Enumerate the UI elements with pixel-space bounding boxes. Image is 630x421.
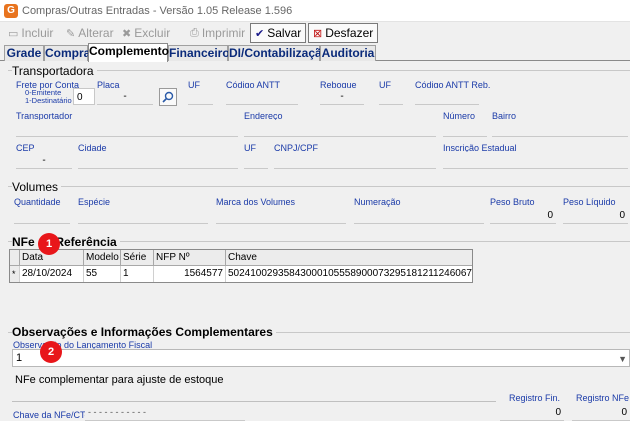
- tab-auditoria[interactable]: Auditoria: [320, 45, 376, 61]
- numeracao-input[interactable]: [354, 207, 484, 224]
- excluir-label: Excluir: [134, 26, 171, 40]
- desfazer-label: Desfazer: [325, 26, 374, 40]
- reboque-input[interactable]: -: [320, 88, 364, 105]
- annotation-badge-1: 1: [38, 233, 60, 255]
- peso-liquido-input[interactable]: 0: [563, 207, 628, 224]
- frete-option-destinatario: 1-Destinatário: [25, 96, 72, 105]
- col-serie[interactable]: Série: [121, 250, 154, 266]
- chave-nfe-cte-label: Chave da NFe/CTe: [13, 410, 90, 420]
- quantidade-label: Quantidade: [14, 197, 61, 207]
- tab-grade[interactable]: Grade: [4, 45, 44, 61]
- quantidade-input[interactable]: [14, 207, 70, 224]
- peso-liquido-label: Peso Líquido: [563, 197, 616, 207]
- nfe-referencia-title: NFe de Referência: [12, 235, 120, 249]
- delete-icon: ✖: [122, 27, 132, 40]
- especie-input[interactable]: [78, 207, 208, 224]
- chevron-down-icon: ▼: [618, 354, 627, 364]
- incluir-button[interactable]: ▭ Incluir: [4, 23, 57, 43]
- peso-bruto-label: Peso Bruto: [490, 197, 535, 207]
- cell-data[interactable]: 28/10/2024: [20, 266, 84, 282]
- salvar-label: Salvar: [267, 26, 302, 40]
- tab-complemento[interactable]: Complemento: [88, 43, 169, 62]
- transportador-input[interactable]: [16, 120, 238, 137]
- registro-nfe-label: Registro NFe: [576, 393, 630, 403]
- printer-icon: ⎙: [190, 26, 199, 39]
- placa-search-button[interactable]: [159, 88, 177, 106]
- chave-nfe-cte-input[interactable]: - - - - - - - - - - -: [85, 404, 245, 421]
- table-row[interactable]: * 28/10/2024 55 1 1564577 50241002935843…: [10, 266, 472, 282]
- col-nfp[interactable]: NFP Nº: [154, 250, 226, 266]
- peso-bruto-input[interactable]: 0: [490, 207, 556, 224]
- tab-financeiro[interactable]: Financeiro: [168, 45, 230, 61]
- desfazer-button[interactable]: ⊠ Desfazer: [308, 23, 379, 43]
- edit-icon: ✎: [66, 27, 76, 40]
- placa-input[interactable]: -: [97, 88, 153, 105]
- app-icon: G: [4, 4, 18, 18]
- imprimir-button[interactable]: ⎙ Imprimir: [186, 23, 249, 43]
- observacao-selected-value: 1: [16, 352, 23, 364]
- row-marker: *: [10, 266, 20, 282]
- registro-fin-input[interactable]: 0: [500, 404, 564, 421]
- salvar-button[interactable]: ✔ Salvar: [250, 23, 307, 43]
- especie-label: Espécie: [78, 197, 111, 207]
- uf-input[interactable]: [188, 88, 213, 105]
- registro-nfe-input[interactable]: 0: [572, 404, 630, 421]
- numeracao-label: Numeração: [354, 197, 401, 207]
- search-icon: [162, 91, 174, 103]
- check-icon: ✔: [255, 27, 265, 40]
- volumes-title: Volumes: [12, 180, 62, 194]
- cell-chave[interactable]: 5024100293584300010555890007329518121124…: [226, 266, 472, 282]
- cell-modelo[interactable]: 55: [84, 266, 121, 282]
- alterar-button[interactable]: ✎ Alterar: [62, 23, 118, 43]
- marca-input[interactable]: [216, 207, 346, 224]
- uf2-input[interactable]: [379, 88, 403, 105]
- toolbar: ▭ Incluir ✎ Alterar ✖ Excluir ⎙ Imprimir…: [0, 22, 630, 44]
- imprimir-label: Imprimir: [201, 26, 246, 40]
- annotation-badge-2: 2: [40, 341, 62, 363]
- cell-serie[interactable]: 1: [121, 266, 154, 282]
- tab-di-contabilizacao[interactable]: DI/Contabilização: [228, 45, 329, 61]
- transportadora-title: Transportadora: [12, 64, 97, 78]
- cell-nfp[interactable]: 1564577: [154, 266, 226, 282]
- marca-label: Marca dos Volumes: [216, 197, 296, 207]
- informacoes-complementares-memo[interactable]: NFe complementar para ajuste de estoque: [12, 370, 496, 402]
- window-title: Compras/Outras Entradas - Versão 1.05 Re…: [22, 5, 293, 17]
- observacoes-title: Observações e Informações Complementares: [12, 325, 276, 339]
- new-document-icon: ▭: [8, 27, 19, 40]
- inscricao-estadual-input[interactable]: [443, 152, 628, 169]
- tab-bar: Grade Compra Complemento Financeiro DI/C…: [0, 43, 630, 62]
- endereco-input[interactable]: [244, 120, 436, 137]
- row-indicator-header: [10, 250, 20, 266]
- uf3-input[interactable]: [244, 152, 268, 169]
- table-header: Data Modelo Série NFP Nº Chave: [10, 250, 472, 266]
- col-modelo[interactable]: Modelo: [84, 250, 121, 266]
- undo-icon: ⊠: [313, 27, 323, 40]
- registro-fin-label: Registro Fin.: [509, 393, 561, 403]
- cnpj-input[interactable]: [274, 152, 436, 169]
- title-bar: G Compras/Outras Entradas - Versão 1.05 …: [0, 0, 630, 22]
- observacao-lancamento-select[interactable]: 1 ▼: [12, 349, 630, 367]
- frete-input[interactable]: 0: [73, 88, 95, 105]
- incluir-label: Incluir: [21, 26, 54, 40]
- nfe-referencia-table: Data Modelo Série NFP Nº Chave * 28/10/2…: [9, 249, 473, 283]
- col-chave[interactable]: Chave: [226, 250, 472, 266]
- excluir-button[interactable]: ✖ Excluir: [118, 23, 174, 43]
- bairro-input[interactable]: [492, 120, 628, 137]
- alterar-label: Alterar: [78, 26, 114, 40]
- antt-input[interactable]: [226, 88, 298, 105]
- tab-compra[interactable]: Compra: [44, 45, 90, 61]
- cidade-input[interactable]: [78, 152, 238, 169]
- antt-reb-input[interactable]: [415, 88, 479, 105]
- cep-input[interactable]: -: [16, 152, 72, 169]
- numero-input[interactable]: [443, 120, 487, 137]
